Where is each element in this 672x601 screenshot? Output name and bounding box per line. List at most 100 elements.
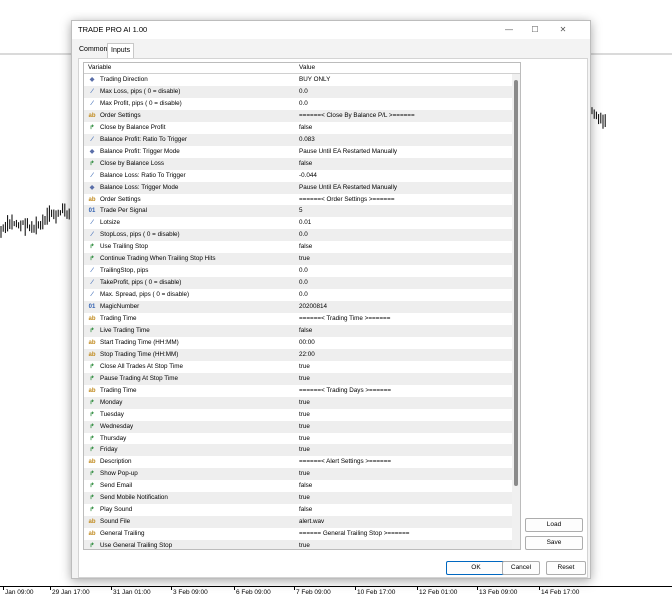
time-axis-tick xyxy=(539,587,540,590)
variable-value[interactable]: 0.0 xyxy=(299,88,308,95)
variable-value[interactable]: true xyxy=(299,399,310,406)
variable-value[interactable]: false xyxy=(299,327,312,334)
table-row[interactable]: ↱ Play Sound false xyxy=(84,504,512,516)
variable-value[interactable]: 0.0 xyxy=(299,279,308,286)
variable-value[interactable]: ======< Alert Settings >====== xyxy=(299,458,391,465)
variable-value[interactable]: false xyxy=(299,243,312,250)
table-row[interactable]: ab Start Trading Time (HH:MM) 00:00 xyxy=(84,337,512,349)
table-row[interactable]: ab Trading Time ======< Trading Days >====… xyxy=(84,385,512,397)
table-row[interactable]: ↱ Friday true xyxy=(84,444,512,457)
ok-button[interactable]: OK xyxy=(446,561,506,575)
table-row[interactable]: 01 Trade Per Signal 5 xyxy=(84,205,512,218)
table-row[interactable]: ↱ Send Mobile Notification true xyxy=(84,492,512,505)
table-row[interactable]: 01 MagicNumber 20200814 xyxy=(84,301,512,314)
variable-value[interactable]: alert.wav xyxy=(299,518,324,525)
variable-value[interactable]: true xyxy=(299,363,310,370)
variable-value[interactable]: true xyxy=(299,494,310,501)
table-row[interactable]: ↱ Monday true xyxy=(84,396,512,409)
str-type-icon: ab xyxy=(88,112,96,119)
variable-value[interactable]: ======< Order Settings >====== xyxy=(299,196,395,203)
table-row[interactable]: ↱ Close All Trades At Stop Time true xyxy=(84,361,512,373)
variable-value[interactable]: 0.0 xyxy=(299,267,308,274)
variable-value[interactable]: ======< Trading Days >====== xyxy=(299,387,391,394)
table-row[interactable]: ⁄ Balance Profit: Ratio To Trigger 0.083 xyxy=(84,133,512,146)
table-row[interactable]: ◆ Balance Loss: Trigger Mode Pause Until E… xyxy=(84,181,512,194)
table-row[interactable]: ↱ Continue Trading When Trailing Stop Hit… xyxy=(84,253,512,266)
table-row[interactable]: ⁄ TrailingStop, pips 0.0 xyxy=(84,265,512,277)
tab-common[interactable]: Common xyxy=(76,43,110,57)
table-row[interactable]: ⁄ Max. Spread, pips ( 0 = disable) 0.0 xyxy=(84,289,512,301)
variable-value[interactable]: true xyxy=(299,446,310,453)
reset-button[interactable]: Reset xyxy=(546,561,586,575)
tab-inputs[interactable]: Inputs xyxy=(107,43,135,58)
variable-value[interactable]: 0.0 xyxy=(299,100,308,107)
variable-value[interactable]: false xyxy=(299,482,312,489)
table-row[interactable]: ab Order Settings ======< Order Settings >… xyxy=(84,194,512,206)
variable-value[interactable]: 5 xyxy=(299,207,303,214)
close-button[interactable]: ✕ xyxy=(552,24,574,36)
table-row[interactable]: ↱ Wednesday true xyxy=(84,420,512,433)
vertical-scrollbar[interactable] xyxy=(512,74,520,549)
variable-value[interactable]: 00:00 xyxy=(299,339,315,346)
variable-value[interactable]: false xyxy=(299,160,312,167)
save-button[interactable]: Save xyxy=(525,536,583,550)
variable-value[interactable]: BUY ONLY xyxy=(299,76,330,83)
load-button[interactable]: Load xyxy=(525,518,583,532)
table-row[interactable]: ↱ Close by Balance Loss false xyxy=(84,157,512,170)
inputs-table: Variable Value ◆ Trading Direction BUY ONL… xyxy=(83,62,521,550)
variable-value[interactable]: 20200814 xyxy=(299,303,327,310)
table-row[interactable]: ⁄ Balance Loss: Ratio To Trigger -0.044 xyxy=(84,170,512,182)
time-axis-tick xyxy=(477,587,478,590)
variable-value[interactable]: Pause Until EA Restarted Manually xyxy=(299,184,397,191)
variable-name: Monday xyxy=(100,398,123,406)
table-row[interactable]: ab Description ======< Alert Settings >===… xyxy=(84,456,512,468)
table-row[interactable]: ⁄ Lotsize 0.01 xyxy=(84,217,512,229)
table-row[interactable]: ⁄ Max Loss, pips ( 0 = disable) 0.0 xyxy=(84,85,512,98)
variable-value[interactable]: true xyxy=(299,435,310,442)
table-row[interactable]: ↱ Tuesday true xyxy=(84,409,512,421)
maximize-button[interactable]: ☐ xyxy=(524,24,546,36)
table-row[interactable]: ↱ Use Trailing Stop false xyxy=(84,241,512,253)
variable-value[interactable]: false xyxy=(299,124,312,131)
bool-type-icon: ↱ xyxy=(89,495,95,502)
table-row[interactable]: ab Order Settings ======< Close By Balance… xyxy=(84,109,512,122)
variable-value[interactable]: true xyxy=(299,542,310,549)
minimize-button[interactable]: — xyxy=(498,24,520,36)
variable-value[interactable]: true xyxy=(299,411,310,418)
variable-value[interactable]: true xyxy=(299,375,310,382)
table-row[interactable]: ⁄ Max Profit, pips ( 0 = disable) 0.0 xyxy=(84,98,512,110)
scrollbar-thumb[interactable] xyxy=(514,80,518,486)
variable-value[interactable]: 0.083 xyxy=(299,136,315,143)
table-row[interactable]: ab Sound File alert.wav xyxy=(84,516,512,529)
cancel-button[interactable]: Cancel xyxy=(502,561,540,575)
column-header-value[interactable]: Value xyxy=(299,64,315,71)
table-row[interactable]: ↱ Send Email false xyxy=(84,480,512,492)
table-row[interactable]: ⁄ TakeProfit, pips ( 0 = disable) 0.0 xyxy=(84,277,512,290)
table-row[interactable]: ◆ Balance Profit: Trigger Mode Pause Until… xyxy=(84,146,512,158)
table-row[interactable]: ↱ Live Trading Time false xyxy=(84,324,512,337)
column-header-variable[interactable]: Variable xyxy=(88,64,111,71)
table-row[interactable]: ↱ Thursday true xyxy=(84,433,512,445)
variable-value[interactable]: ======< Trading Time >====== xyxy=(299,315,390,322)
variable-value[interactable]: true xyxy=(299,470,310,477)
table-row[interactable]: ab Stop Trading Time (HH:MM) 22:00 xyxy=(84,348,512,361)
variable-value[interactable]: Pause Until EA Restarted Manually xyxy=(299,148,397,155)
table-row[interactable]: ab Trading Time ======< Trading Time >====… xyxy=(84,313,512,325)
table-row[interactable]: ⁄ StopLoss, pips ( 0 = disable) 0.0 xyxy=(84,229,512,242)
table-row[interactable]: ↱ Pause Trading At Stop Time true xyxy=(84,372,512,385)
table-row[interactable]: ↱ Close by Balance Profit false xyxy=(84,122,512,134)
variable-value[interactable]: 0.0 xyxy=(299,231,308,238)
variable-value[interactable]: ====== General Trailing Stop >====== xyxy=(299,530,409,537)
table-row[interactable]: ab General Trailing ====== General Trailin… xyxy=(84,528,512,540)
variable-value[interactable]: 22:00 xyxy=(299,351,315,358)
table-row[interactable]: ↱ Show Pop-up true xyxy=(84,468,512,481)
table-row[interactable]: ↱ Use General Trailing Stop true xyxy=(84,540,512,549)
table-row[interactable]: ◆ Trading Direction BUY ONLY xyxy=(84,74,512,86)
variable-value[interactable]: -0.044 xyxy=(299,172,317,179)
variable-value[interactable]: 0.01 xyxy=(299,219,311,226)
variable-value[interactable]: true xyxy=(299,255,310,262)
variable-value[interactable]: 0.0 xyxy=(299,291,308,298)
variable-value[interactable]: ======< Close By Balance P/L >====== xyxy=(299,112,415,119)
variable-value[interactable]: false xyxy=(299,506,312,513)
variable-value[interactable]: true xyxy=(299,423,310,430)
